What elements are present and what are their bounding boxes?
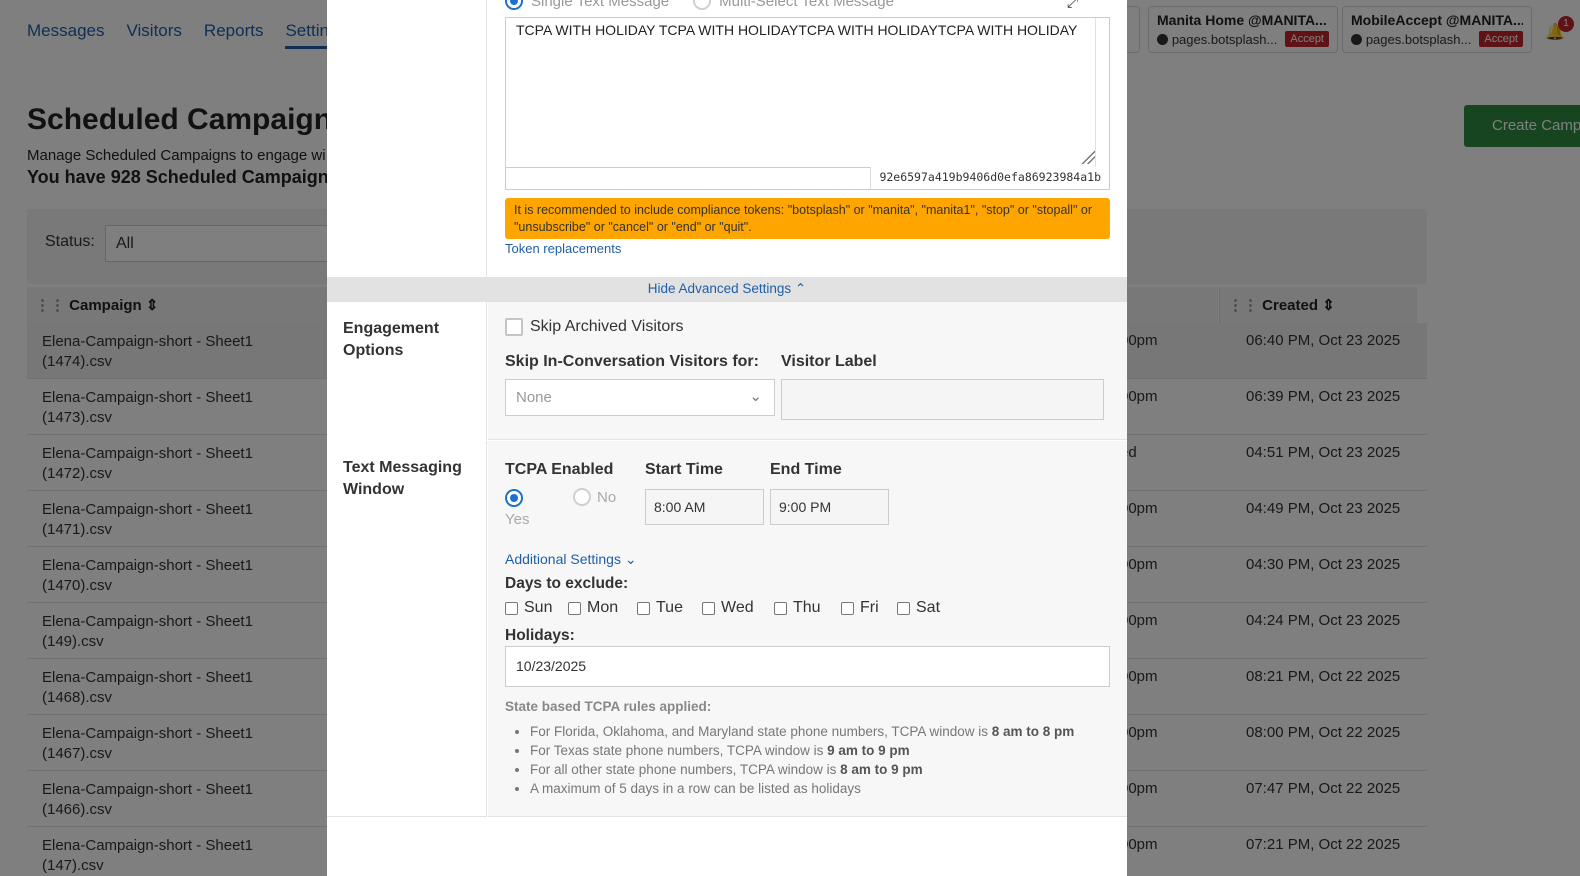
- hide-advanced-settings-label: Hide Advanced Settings: [647, 281, 792, 296]
- day-checkbox-fri[interactable]: Fri: [841, 599, 879, 617]
- message-section-label-column: [327, 0, 487, 277]
- token-replacements-link[interactable]: Token replacements: [505, 241, 621, 256]
- campaign-modal: Single Text Message Multi-Select Text Me…: [327, 0, 1127, 876]
- radio-tcpa-no[interactable]: [573, 488, 591, 506]
- multi-message-label: Multi-Select Text Message: [719, 0, 894, 10]
- skip-in-conversation-value: None: [516, 389, 552, 406]
- tcpa-no-label: No: [597, 488, 617, 506]
- day-checkbox-tue[interactable]: Tue: [637, 599, 683, 617]
- message-type-radio-group: Single Text Message Multi-Select Text Me…: [505, 0, 894, 10]
- tcpa-rule: For Texas state phone numbers, TCPA wind…: [530, 741, 1074, 760]
- compliance-warning: It is recommended to include compliance …: [505, 198, 1110, 239]
- start-time-label: Start Time: [645, 461, 723, 478]
- tcpa-rule: A maximum of 5 days in a row can be list…: [530, 779, 1074, 798]
- tcpa-rule: For all other state phone numbers, TCPA …: [530, 760, 1074, 779]
- chevron-up-icon: ⌃: [794, 281, 807, 296]
- day-checkbox-thu[interactable]: Thu: [774, 599, 821, 617]
- visitor-label-title: Visitor Label: [781, 353, 877, 370]
- day-checkbox-mon[interactable]: Mon: [568, 599, 618, 617]
- day-checkbox-wed[interactable]: Wed: [702, 599, 754, 617]
- message-hash: 92e6597a419b9406d0efa86923984a1b: [870, 167, 1109, 189]
- tcpa-enabled-label: TCPA Enabled: [505, 461, 614, 478]
- resize-handle-icon[interactable]: [1081, 150, 1095, 164]
- start-time-input[interactable]: 8:00 AM: [645, 489, 764, 525]
- skip-in-conversation-label: Skip In-Conversation Visitors for:: [505, 353, 759, 370]
- additional-settings-toggle[interactable]: Additional Settings ⌄: [505, 551, 637, 568]
- tcpa-rule: For Florida, Oklahoma, and Maryland stat…: [530, 722, 1074, 741]
- day-checkbox-sat[interactable]: Sat: [897, 599, 940, 617]
- engagement-label-column: Engagement Options: [327, 302, 487, 440]
- hide-advanced-settings-toggle[interactable]: Hide Advanced Settings ⌃: [327, 277, 1127, 302]
- tcpa-no-option[interactable]: No: [573, 488, 616, 506]
- single-message-label: Single Text Message: [531, 0, 670, 10]
- message-text: TCPA WITH HOLIDAY TCPA WITH HOLIDAYTCPA …: [516, 22, 1078, 38]
- day-checkbox-sun[interactable]: Sun: [505, 599, 552, 617]
- tcpa-rules-title: State based TCPA rules applied:: [505, 699, 712, 714]
- radio-multi-message[interactable]: [693, 0, 712, 10]
- window-title: Text Messaging Window: [343, 459, 462, 498]
- message-text-area[interactable]: TCPA WITH HOLIDAY TCPA WITH HOLIDAYTCPA …: [506, 18, 1096, 168]
- end-time-input[interactable]: 9:00 PM: [770, 489, 889, 525]
- tcpa-yes-option[interactable]: Yes: [505, 489, 529, 528]
- days-to-exclude-label: Days to exclude:: [505, 575, 629, 592]
- radio-single-message[interactable]: [505, 0, 523, 10]
- holidays-label: Holidays:: [505, 627, 575, 644]
- tcpa-rules: State based TCPA rules applied: For Flor…: [505, 699, 1074, 798]
- skip-archived-checkbox[interactable]: [505, 318, 523, 336]
- message-textarea[interactable]: TCPA WITH HOLIDAY TCPA WITH HOLIDAYTCPA …: [505, 17, 1110, 190]
- tcpa-yes-label: Yes: [505, 511, 530, 529]
- radio-tcpa-yes[interactable]: [505, 489, 523, 507]
- chevron-down-icon: ⌄: [624, 551, 637, 567]
- expand-icon[interactable]: ⤢: [1067, 0, 1078, 11]
- visitor-label-input[interactable]: [781, 379, 1104, 420]
- window-label-column: Text Messaging Window: [327, 441, 487, 817]
- engagement-title: Engagement Options: [343, 320, 440, 359]
- skip-archived-label: Skip Archived Visitors: [530, 318, 684, 335]
- skip-in-conversation-select[interactable]: None ⌄: [505, 379, 775, 416]
- holidays-input[interactable]: 10/23/2025: [505, 646, 1110, 687]
- tcpa-rules-list: For Florida, Oklahoma, and Maryland stat…: [530, 722, 1074, 798]
- chevron-down-icon: ⌄: [749, 388, 762, 405]
- end-time-label: End Time: [770, 461, 842, 478]
- skip-archived-checkbox-row[interactable]: Skip Archived Visitors: [505, 318, 684, 336]
